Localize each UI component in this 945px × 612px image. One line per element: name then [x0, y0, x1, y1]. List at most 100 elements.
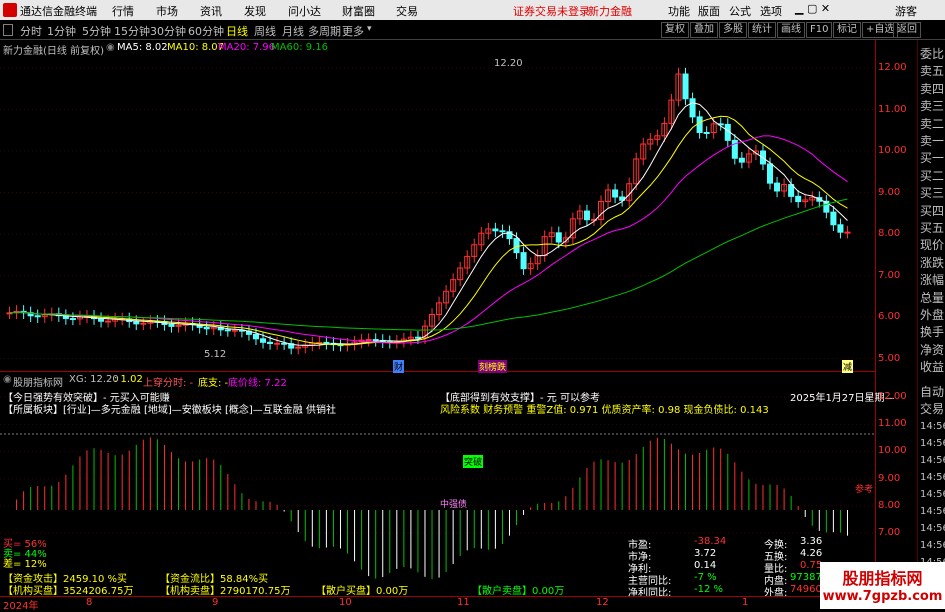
- quote-field-label[interactable]: 买三: [920, 187, 945, 200]
- diejia-button[interactable]: 叠加: [690, 22, 718, 38]
- stock-name: 新力金融: [588, 5, 632, 18]
- quote-field-label[interactable]: 卖四: [920, 82, 945, 96]
- quote-field-label[interactable]: 涨幅: [920, 274, 945, 287]
- tab-30min[interactable]: 30分钟: [150, 23, 186, 39]
- guest-label[interactable]: 游客: [895, 3, 917, 19]
- f10-button[interactable]: F10: [806, 22, 833, 38]
- indicator-tick-label: 8.00: [878, 499, 901, 511]
- fuquan-button[interactable]: 复权: [661, 22, 689, 38]
- quote-field-label[interactable]: 委比: [920, 48, 945, 61]
- menu-caifuquan[interactable]: 财富圈: [342, 3, 375, 19]
- quote-field-label[interactable]: 总量: [920, 291, 945, 305]
- trade-time-label: 交易: [920, 402, 945, 416]
- menu-zixun[interactable]: 资讯: [200, 3, 222, 19]
- huaxian-button[interactable]: 画线: [777, 22, 805, 38]
- price-tick-label: 7.00: [878, 269, 901, 281]
- indicator-header: ◉ 股朋指标网 XG: 12.20 : 1.02 上穿分时: - 底支: - 底…: [0, 373, 875, 389]
- institution-sell: 【机构卖盘】2790170.75万: [160, 586, 291, 597]
- reduce-marker[interactable]: 减: [842, 360, 854, 373]
- candle-body: [583, 210, 590, 221]
- candle-body: [98, 318, 105, 322]
- indicator-tick-label: 11.00: [878, 418, 907, 430]
- tab-fenshi[interactable]: 分时: [20, 23, 42, 39]
- quote-field-label[interactable]: 现价: [920, 239, 945, 252]
- quote-field-label[interactable]: 涨跌: [920, 256, 945, 270]
- login-warning[interactable]: 证券交易未登录: [513, 3, 590, 19]
- tab-multi[interactable]: 多周期: [308, 23, 341, 39]
- more-chevron-icon[interactable]: ▾: [367, 24, 372, 34]
- finance-marker[interactable]: 财: [393, 360, 405, 373]
- price-tick-label: 5.00: [878, 352, 901, 364]
- quote-field-label[interactable]: 换手: [920, 326, 945, 339]
- panel-toggle-icon[interactable]: [3, 24, 13, 36]
- candle-body: [133, 321, 140, 325]
- stat-value2: 4.26: [800, 548, 823, 559]
- duogu-button[interactable]: 多股: [719, 22, 747, 38]
- trade-time-label: 14:56: [920, 421, 945, 432]
- menu-hangqing[interactable]: 行情: [112, 3, 134, 19]
- list-marker[interactable]: 刻榜跌: [478, 360, 508, 373]
- v1-value: : 1.02: [114, 374, 143, 385]
- stat-value2: 0.75: [800, 560, 823, 571]
- quote-field-label[interactable]: 买五: [920, 222, 945, 235]
- tongji-button[interactable]: 统计: [748, 22, 776, 38]
- signal-line-4: 风险系数 财务预警 重警Z值: 0.971 优质资产率: 0.98 现金负债比:…: [440, 405, 769, 416]
- biaoji-button[interactable]: 标记: [833, 22, 861, 38]
- menu-jiaoyi[interactable]: 交易: [396, 3, 418, 19]
- quote-field-label[interactable]: 买一: [920, 152, 945, 165]
- candle-body: [140, 322, 147, 325]
- quote-field-label[interactable]: 净资: [920, 343, 945, 357]
- indicator-tick-label: 7.00: [878, 527, 901, 538]
- menu-shichang[interactable]: 市场: [156, 3, 178, 19]
- dijiaxian-value: 底价线: 7.22: [228, 378, 287, 389]
- candle-body: [499, 230, 506, 233]
- high-price-label: 12.20: [494, 58, 523, 69]
- quote-field-label[interactable]: 收益: [920, 361, 945, 374]
- candle-body: [295, 346, 302, 349]
- trade-time-label: 14:56: [920, 489, 945, 500]
- candle-body: [168, 323, 175, 327]
- tab-15min[interactable]: 15分钟: [114, 23, 150, 39]
- stat-value2: 3.36: [800, 536, 823, 547]
- trade-time-label: 14:56: [920, 472, 945, 483]
- ma-lines: [9, 102, 848, 346]
- menu-gongneng[interactable]: 功能: [668, 3, 690, 19]
- tab-daily[interactable]: 日线: [226, 23, 248, 39]
- candle-body: [738, 157, 745, 163]
- candle-body: [414, 336, 421, 339]
- candle-body: [703, 131, 710, 134]
- stat-value2: 97387: [790, 572, 822, 583]
- candle-body: [795, 195, 802, 203]
- indicator-settings-icon[interactable]: ◉: [3, 374, 12, 385]
- window-buttons[interactable]: ▁ ▢ ✕: [795, 2, 830, 15]
- quote-field-label[interactable]: 外盘: [920, 309, 945, 322]
- back-button[interactable]: 返回: [893, 22, 921, 38]
- tab-weekly[interactable]: 周线: [254, 23, 276, 39]
- candle-body: [372, 339, 379, 342]
- yaxis-border: [875, 40, 876, 600]
- menu-xuanxiang[interactable]: 选项: [760, 3, 782, 19]
- kline-chart[interactable]: [0, 40, 875, 600]
- quote-field-label[interactable]: 买二: [920, 169, 945, 183]
- menu-wenxiaoda[interactable]: 问小达: [288, 3, 321, 19]
- stat-value: -7 %: [694, 572, 717, 583]
- diff-percent: 差= 12%: [3, 559, 47, 570]
- candle-body: [612, 189, 619, 198]
- tab-5min[interactable]: 5分钟: [82, 23, 111, 39]
- menu-gongshi[interactable]: 公式: [729, 3, 751, 19]
- tab-more[interactable]: 更多: [342, 23, 364, 39]
- tab-1min[interactable]: 1分钟: [47, 23, 76, 39]
- price-tick-label: 10.00: [878, 145, 907, 156]
- tab-monthly[interactable]: 月线: [282, 23, 304, 39]
- quote-field-label[interactable]: 卖五: [920, 65, 945, 78]
- tab-60min[interactable]: 60分钟: [188, 23, 224, 39]
- quote-field-label[interactable]: 买四: [920, 204, 945, 218]
- menu-faxian[interactable]: 发现: [244, 3, 266, 19]
- quote-field-label[interactable]: 卖一: [920, 135, 945, 148]
- quote-field-label[interactable]: 卖三: [920, 100, 945, 113]
- quote-field-label[interactable]: 卖二: [920, 117, 945, 131]
- institution-buy: 【机构买盘】3524206.75万: [3, 586, 134, 597]
- indicator-name[interactable]: 股朋指标网: [13, 374, 63, 389]
- candlestick-series: [6, 67, 851, 355]
- menu-banmian[interactable]: 版面: [698, 3, 720, 19]
